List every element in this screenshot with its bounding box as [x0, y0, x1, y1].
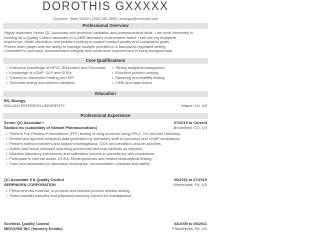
- skill-item: LIMS and data review: [112, 81, 207, 86]
- job-title: Senior QC Associate I: [4, 121, 44, 125]
- skill-item: Technical writing and method validation: [6, 81, 106, 86]
- job-location: Warrendale, PA, US: [173, 183, 207, 187]
- contact-line: Cityname, State 00000 | (555) 555-5555 |…: [52, 17, 159, 21]
- job-title: Scientist, Quality Control: [4, 222, 50, 226]
- job-company: Sandoz Inc (subsidiary of Valeant Pharma…: [4, 126, 97, 130]
- job-bullet: Author and revise standard operating pro…: [6, 147, 207, 152]
- skill-item: Excellent problem solving: [112, 71, 207, 76]
- job-bullet: Review and approve analytical data gener…: [6, 137, 207, 142]
- job-bullet: Tested stability samples and prepared su…: [6, 194, 207, 199]
- job-bullet: Perform Full Finished Formulations (FFF)…: [6, 132, 207, 137]
- job-company: MECO/MG INC (formerly Kendle): [4, 227, 63, 231]
- job-location: Broomfield, CO, US: [173, 126, 207, 130]
- summary-line: Committed to accuracy, documentation int…: [4, 49, 174, 54]
- job-location: Philadelphia, PA, US: [172, 227, 207, 231]
- skill-item: Trained on dissolution testing per USP: [6, 76, 106, 81]
- section-header-summary: Professional Overview: [3, 23, 208, 29]
- job-dates: 07/2015 to Current: [173, 121, 207, 125]
- section-header-experience: Professional Experience: [3, 113, 208, 119]
- education-degree: BS, Biology: [4, 99, 26, 103]
- job-dates: 03/2009 to 06/2011: [174, 222, 207, 226]
- education-school: WILLIAM PATERSON UNIVERSITY: [4, 104, 65, 108]
- education-location: Wayne, NJ, US: [181, 104, 207, 108]
- job-bullet: Perform method transfers and support inv…: [6, 142, 207, 147]
- job-title: QC Associate II & Quality Control: [4, 178, 64, 182]
- resume-page: DOROTHIS GXXXXX Cityname, State 00000 | …: [0, 0, 211, 239]
- section-header-skills: Core Qualifications: [3, 58, 208, 64]
- skill-item: Sampling and stability testing: [112, 76, 207, 81]
- skill-item: Extensive knowledge of HPLC (Empower) an…: [6, 66, 106, 71]
- job-dates: 06/2011 to 07/2015: [174, 178, 207, 182]
- candidate-name: DOROTHIS GXXXXX: [42, 1, 169, 13]
- job-bullet: Performed raw material, in-process and f…: [6, 189, 207, 194]
- job-bullet: Participate in internal audits, ELISA, E…: [6, 157, 207, 162]
- skill-item: Knowledge of cGMP, GLP and SOPs: [6, 71, 106, 76]
- job-bullet: Maintain laboratory instruments and cali…: [6, 152, 207, 157]
- section-header-education: Education: [3, 91, 208, 97]
- skill-item: Strong analytical background: [112, 66, 207, 71]
- job-bullet: Train new associates on laboratory techn…: [6, 162, 207, 167]
- job-company: SERENIGEN CORPORATION: [4, 183, 56, 187]
